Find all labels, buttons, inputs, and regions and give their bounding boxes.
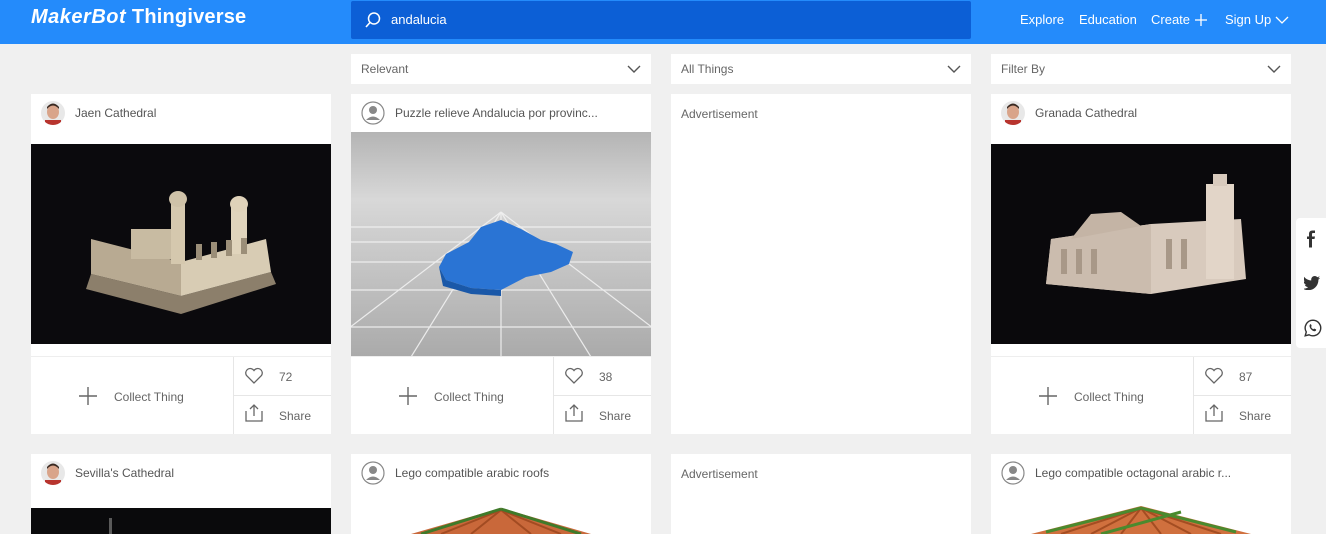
- thing-image[interactable]: [351, 504, 651, 534]
- share-label: Share: [279, 409, 312, 423]
- share-label: Share: [599, 409, 632, 423]
- thing-image[interactable]: [31, 144, 331, 344]
- heart-icon: [1205, 367, 1223, 384]
- card-actions: 38 Share: [553, 357, 651, 434]
- collect-label: Collect Thing: [114, 390, 184, 404]
- sort-select-value: Relevant: [361, 62, 409, 76]
- collect-button[interactable]: Collect Thing: [31, 357, 233, 434]
- thing-title[interactable]: Lego compatible arabic roofs: [395, 466, 549, 480]
- like-count: 38: [599, 370, 613, 384]
- collect-label: Collect Thing: [434, 390, 504, 404]
- avatar[interactable]: [41, 101, 65, 125]
- avatar[interactable]: [1001, 461, 1025, 485]
- logo-thingiverse: Thingiverse: [131, 6, 247, 28]
- thing-card[interactable]: Lego compatible octagonal arabic r...: [991, 454, 1291, 534]
- like-count: 87: [1239, 370, 1253, 384]
- facebook-icon[interactable]: [1304, 230, 1318, 248]
- search-bar[interactable]: andalucia: [351, 1, 971, 39]
- card-footer: Collect Thing 72 Share: [31, 356, 331, 434]
- chevron-down-icon: [1267, 65, 1281, 73]
- nav-explore[interactable]: Explore: [1020, 12, 1064, 27]
- advertisement-slot: Advertisement: [671, 94, 971, 434]
- thing-image[interactable]: [991, 144, 1291, 344]
- advertisement-label: Advertisement: [681, 107, 758, 121]
- card-footer: Collect Thing 38 Share: [351, 356, 651, 434]
- like-button[interactable]: 87: [1194, 357, 1291, 396]
- nav-create-label: Create: [1151, 12, 1191, 27]
- social-share-bar: [1296, 218, 1326, 348]
- chevron-down-icon: [627, 65, 641, 73]
- nav-education[interactable]: Education: [1079, 12, 1137, 27]
- chevron-down-icon: [1275, 16, 1289, 24]
- card-actions: 87 Share: [1193, 357, 1291, 434]
- thing-card[interactable]: Lego compatible arabic roofs: [351, 454, 651, 534]
- share-icon: [1205, 404, 1223, 422]
- heart-icon: [565, 367, 583, 384]
- thing-card[interactable]: Jaen Cathedral Collect Thing 72 Share: [31, 94, 331, 434]
- heart-icon: [245, 367, 263, 384]
- avatar[interactable]: [41, 461, 65, 485]
- avatar[interactable]: [361, 101, 385, 125]
- plus-icon: [1039, 387, 1057, 405]
- twitter-icon[interactable]: [1304, 276, 1320, 290]
- card-footer: Collect Thing 87 Share: [991, 356, 1291, 434]
- type-select-value: All Things: [681, 62, 734, 76]
- top-header: MakerBot Thingiverse andalucia Explore E…: [0, 0, 1326, 44]
- search-icon: [365, 12, 381, 28]
- avatar[interactable]: [361, 461, 385, 485]
- type-select[interactable]: All Things: [671, 54, 971, 84]
- share-label: Share: [1239, 409, 1272, 423]
- thing-title[interactable]: Puzzle relieve Andalucia por provinc...: [395, 106, 598, 120]
- avatar[interactable]: [1001, 101, 1025, 125]
- thing-image[interactable]: [351, 132, 651, 357]
- site-logo[interactable]: MakerBot Thingiverse: [31, 6, 246, 29]
- thing-title[interactable]: Granada Cathedral: [1035, 106, 1137, 120]
- advertisement-slot: Advertisement: [671, 454, 971, 534]
- thing-card[interactable]: Granada Cathedral Collect Thing 87 Share: [991, 94, 1291, 434]
- like-button[interactable]: 38: [554, 357, 651, 396]
- thing-title[interactable]: Lego compatible octagonal arabic r...: [1035, 466, 1231, 480]
- plus-icon: [79, 387, 97, 405]
- share-icon: [565, 404, 583, 422]
- filter-select-value: Filter By: [1001, 62, 1046, 76]
- like-button[interactable]: 72: [234, 357, 331, 396]
- plus-icon: [1195, 14, 1208, 26]
- filter-select[interactable]: Filter By: [991, 54, 1291, 84]
- collect-label: Collect Thing: [1074, 390, 1144, 404]
- chevron-down-icon: [947, 65, 961, 73]
- collect-button[interactable]: Collect Thing: [351, 357, 553, 434]
- search-input[interactable]: andalucia: [391, 12, 447, 27]
- whatsapp-icon[interactable]: [1304, 319, 1322, 337]
- thing-card[interactable]: Puzzle relieve Andalucia por provinc... …: [351, 94, 651, 434]
- advertisement-label: Advertisement: [681, 467, 758, 481]
- nav-signup[interactable]: Sign Up: [1225, 12, 1289, 27]
- collect-button[interactable]: Collect Thing: [991, 357, 1193, 434]
- card-actions: 72 Share: [233, 357, 331, 434]
- plus-icon: [399, 387, 417, 405]
- like-count: 72: [279, 370, 293, 384]
- nav-create[interactable]: Create: [1151, 12, 1208, 27]
- thing-card[interactable]: Sevilla's Cathedral: [31, 454, 331, 534]
- nav-signup-label: Sign Up: [1225, 12, 1272, 27]
- logo-makerbot: MakerBot: [31, 6, 127, 28]
- sort-select[interactable]: Relevant: [351, 54, 651, 84]
- thing-title[interactable]: Sevilla's Cathedral: [75, 466, 174, 480]
- thing-image[interactable]: [31, 508, 331, 534]
- thing-title[interactable]: Jaen Cathedral: [75, 106, 156, 120]
- share-icon: [245, 404, 263, 422]
- thing-image[interactable]: [991, 504, 1291, 534]
